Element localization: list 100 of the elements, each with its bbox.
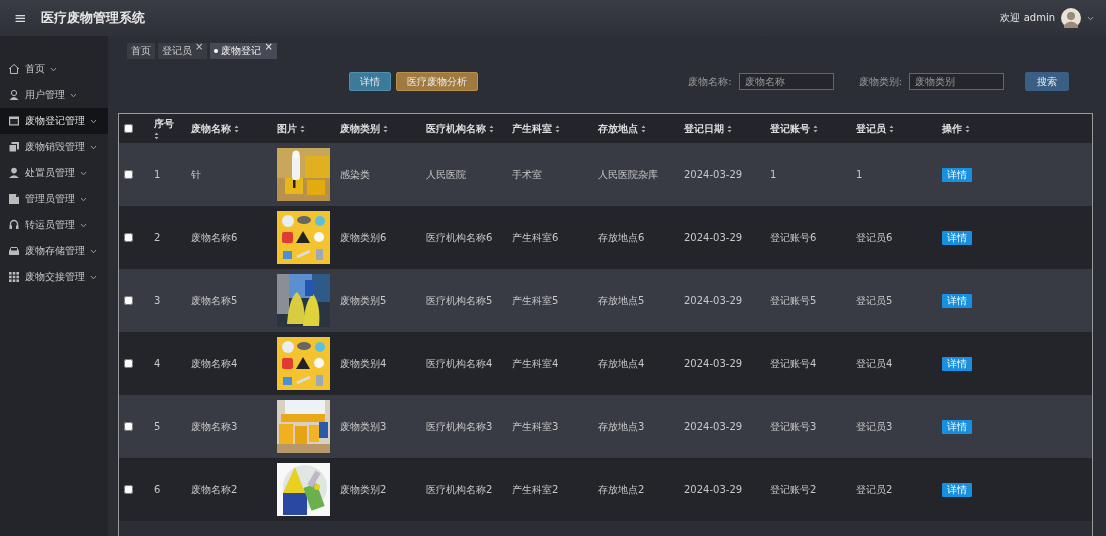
row-checkbox[interactable] xyxy=(124,233,133,242)
close-icon[interactable]: × xyxy=(264,41,273,52)
row-checkbox[interactable] xyxy=(124,359,133,368)
table-cell-text: 登记员6 xyxy=(856,230,894,245)
avatar-icon[interactable] xyxy=(1061,8,1081,28)
sidebar-item[interactable]: 废物销毁管理 xyxy=(0,134,108,160)
close-icon[interactable]: × xyxy=(195,41,204,52)
page-tab[interactable]: 首页 xyxy=(127,43,155,59)
sort-icon[interactable] xyxy=(889,124,894,133)
table-cell-text: 存放地点4 xyxy=(598,356,646,371)
app-title: 医疗废物管理系统 xyxy=(41,9,145,27)
sidebar-item[interactable]: 废物交接管理 xyxy=(0,264,108,290)
sidebar-item[interactable]: 管理员管理 xyxy=(0,186,108,212)
sidebar-item[interactable]: 用户管理 xyxy=(0,82,108,108)
table-cell-text: 登记员5 xyxy=(856,293,894,308)
table-cell-text: 登记账号2 xyxy=(770,482,818,497)
column-header: 登记日期 xyxy=(684,121,724,136)
select-all-checkbox[interactable] xyxy=(124,124,133,133)
table-cell-text: 废物名称3 xyxy=(191,419,239,434)
page-tab[interactable]: 废物登记 × xyxy=(210,43,277,59)
table-cell-text: 登记账号5 xyxy=(770,293,818,308)
column-header: 登记账号 xyxy=(770,121,810,136)
detail-button[interactable]: 详情 xyxy=(349,72,391,91)
table-cell-text: 6 xyxy=(154,484,162,495)
table-cell-text: 存放地点5 xyxy=(598,293,646,308)
table-cell-text: 登记账号4 xyxy=(770,356,818,371)
table-cell-text: 医疗机构名称5 xyxy=(426,293,494,308)
sort-icon[interactable] xyxy=(154,132,159,140)
sort-icon[interactable] xyxy=(489,124,494,133)
table-cell-text: 存放地点2 xyxy=(598,482,646,497)
row-checkbox[interactable] xyxy=(124,485,133,494)
table-cell-text: 登记账号3 xyxy=(770,419,818,434)
table-cell-text: 2024-03-29 xyxy=(684,358,744,369)
table-cell-text: 3 xyxy=(154,295,162,306)
document-icon xyxy=(8,193,20,205)
sort-icon[interactable] xyxy=(234,124,239,133)
row-checkbox[interactable] xyxy=(124,422,133,431)
chevron-icon xyxy=(80,170,87,176)
analysis-button[interactable]: 医疗废物分析 xyxy=(396,72,478,91)
column-header: 废物类别 xyxy=(340,121,380,136)
table-cell-text: 医疗机构名称4 xyxy=(426,356,494,371)
table-cell-text: 产生科室6 xyxy=(512,230,560,245)
search-field[interactable]: 废物类别 xyxy=(909,73,1004,90)
table-cell-text: 2024-03-29 xyxy=(684,232,744,243)
headset-icon xyxy=(8,219,20,231)
page-tab[interactable]: 登记员 × xyxy=(158,43,208,59)
chevron-icon xyxy=(50,66,57,72)
sort-icon[interactable] xyxy=(965,124,970,133)
table-cell-text: 2024-03-29 xyxy=(684,484,744,495)
sidebar-item[interactable]: 废物存储管理 xyxy=(0,238,108,264)
table-cell-text: 废物名称6 xyxy=(191,230,239,245)
row-checkbox[interactable] xyxy=(124,170,133,179)
menu-icon[interactable]: ≡ xyxy=(14,9,41,27)
table-cell-text: 存放地点6 xyxy=(598,230,646,245)
chevron-icon xyxy=(90,118,97,124)
sidebar-item[interactable]: 转运员管理 xyxy=(0,212,108,238)
grid-icon xyxy=(8,271,20,283)
sort-icon[interactable] xyxy=(300,124,305,133)
table-cell-text: 废物名称5 xyxy=(191,293,239,308)
column-header: 产生科室 xyxy=(512,121,552,136)
user-icon xyxy=(8,89,20,101)
table-cell-text: 人民医院 xyxy=(426,167,467,182)
table-cell-text: 感染类 xyxy=(340,167,371,182)
sidebar-item[interactable]: 废物登记管理 xyxy=(0,108,108,134)
row-checkbox[interactable] xyxy=(124,296,133,305)
sort-icon[interactable] xyxy=(727,124,732,133)
table-cell-text: 1 xyxy=(856,169,864,180)
table-cell-text: 产生科室2 xyxy=(512,482,560,497)
table-cell-text: 废物类别4 xyxy=(340,356,388,371)
active-dot-icon xyxy=(214,49,219,53)
welcome-text: 欢迎 admin xyxy=(1000,11,1055,25)
table-cell-text: 4 xyxy=(154,358,162,369)
search-button[interactable]: 搜索 xyxy=(1025,72,1069,91)
column-header: 存放地点 xyxy=(598,121,638,136)
sidebar-item[interactable]: 首页 xyxy=(0,56,108,82)
chevron-icon xyxy=(1087,15,1094,21)
table-cell-text: 医疗机构名称6 xyxy=(426,230,494,245)
sort-icon[interactable] xyxy=(813,124,818,133)
table-cell-text: 2024-03-29 xyxy=(684,169,744,180)
chevron-icon xyxy=(90,248,97,254)
home-icon xyxy=(8,63,20,75)
table-cell-text: 产生科室3 xyxy=(512,419,560,434)
car-icon xyxy=(8,245,20,257)
chevron-icon xyxy=(80,196,87,202)
search-field[interactable]: 废物名称 xyxy=(738,73,834,90)
sort-icon[interactable] xyxy=(383,124,388,133)
table-cell-text: 废物类别3 xyxy=(340,419,388,434)
chevron-icon xyxy=(80,222,87,228)
table-cell-text: 产生科室5 xyxy=(512,293,560,308)
column-header: 序号 xyxy=(154,117,174,131)
filter-label: 废物类别: xyxy=(858,74,902,89)
table-cell-text: 存放地点3 xyxy=(598,419,646,434)
column-header: 废物名称 xyxy=(191,121,231,136)
table-cell-text: 1 xyxy=(154,169,162,180)
column-header: 操作 xyxy=(942,121,962,136)
sort-icon[interactable] xyxy=(641,124,646,133)
table-cell-text: 医疗机构名称2 xyxy=(426,482,494,497)
sidebar-item[interactable]: 处置员管理 xyxy=(0,160,108,186)
sort-icon[interactable] xyxy=(555,124,560,133)
table-cell-text: 针 xyxy=(191,167,202,182)
